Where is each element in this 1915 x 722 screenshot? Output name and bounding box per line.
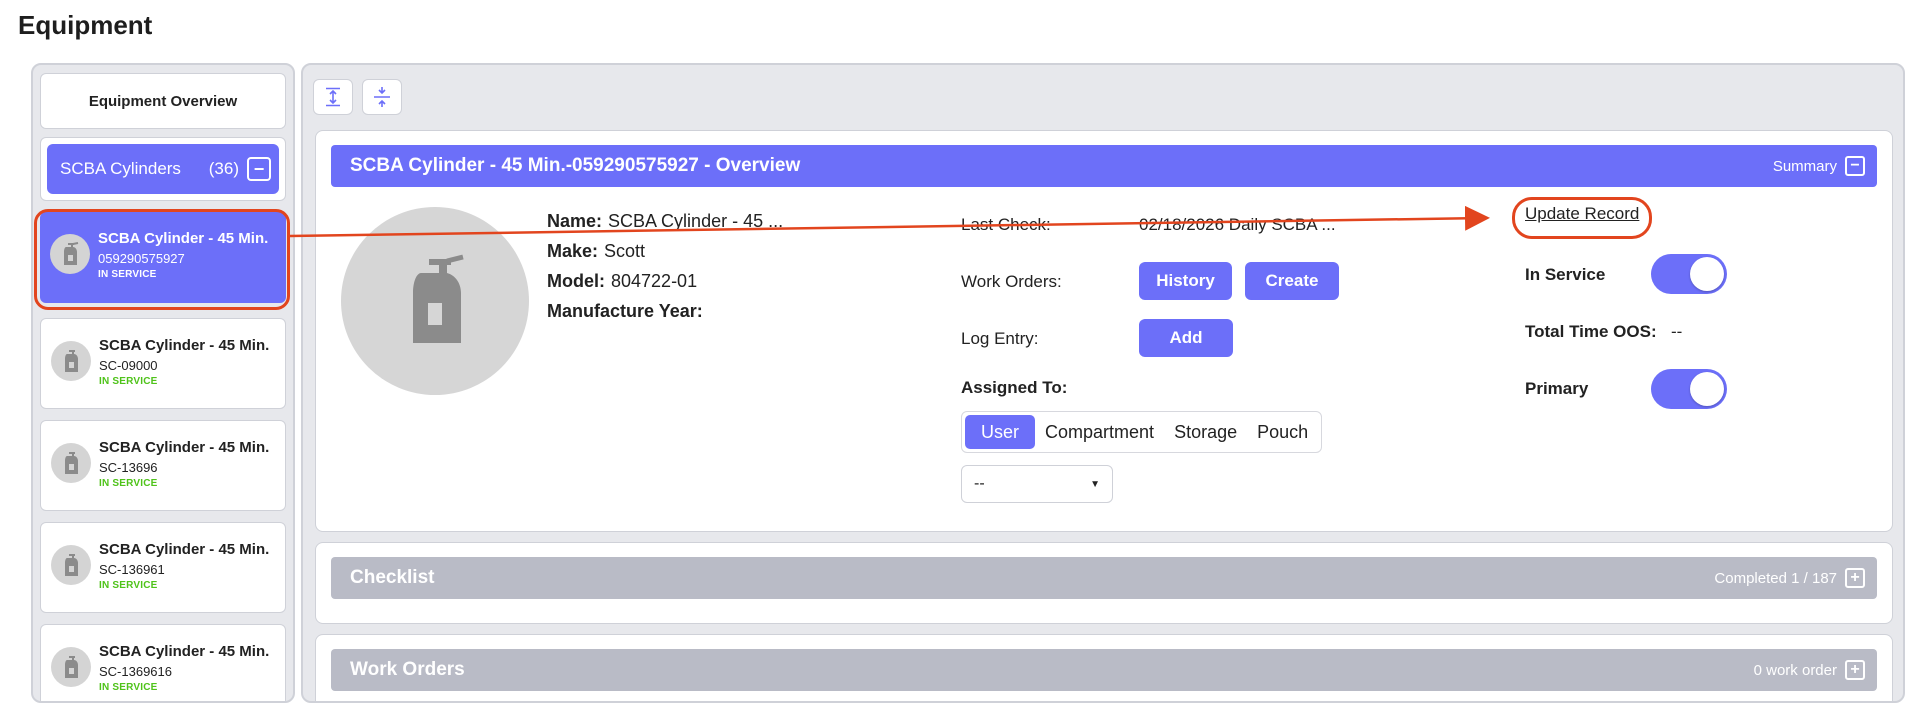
last-check-label: Last Check: <box>961 215 1051 234</box>
fire-extinguisher-icon <box>51 443 91 483</box>
assign-option-user[interactable]: User <box>965 415 1036 449</box>
equipment-id: SC-136961 <box>99 562 165 577</box>
expand-icon[interactable]: + <box>1845 660 1865 680</box>
status-badge: IN SERVICE <box>99 478 158 489</box>
in-service-label: In Service <box>1525 265 1606 284</box>
checklist-header[interactable]: Checklist Completed 1 / 187 + <box>331 557 1877 599</box>
collapse-icon[interactable]: − <box>1845 156 1865 176</box>
manufacture-year-label: Manufacture Year: <box>547 301 703 321</box>
overview-header[interactable]: SCBA Cylinder - 45 Min.-059290575927 - O… <box>331 145 1877 187</box>
assigned-user-select[interactable]: -- ▼ <box>961 465 1113 503</box>
summary-label: Summary <box>1772 157 1837 175</box>
group-scba-cylinders: SCBA Cylinders (36) − <box>40 137 286 201</box>
toggle-knob <box>1690 257 1724 291</box>
equipment-id: SC-1369616 <box>99 664 172 679</box>
create-work-order-button[interactable]: Create <box>1245 262 1339 300</box>
make-label: Make: <box>547 241 599 261</box>
fire-extinguisher-icon <box>51 341 91 381</box>
total-time-oos-label: Total Time OOS: <box>1525 322 1657 341</box>
collapse-group-icon[interactable]: − <box>247 157 271 181</box>
group-header[interactable]: SCBA Cylinders (36) − <box>47 144 279 194</box>
assigned-to-label: Assigned To: <box>961 378 1068 397</box>
checklist-title: Checklist <box>350 567 435 588</box>
make-value: Scott <box>604 241 646 261</box>
overview-card: SCBA Cylinder - 45 Min.-059290575927 - O… <box>315 130 1893 532</box>
equipment-id: SC-13696 <box>99 460 158 475</box>
equipment-list-item[interactable]: SCBA Cylinder - 45 Min. SC-1369616 IN SE… <box>40 624 286 701</box>
equipment-overview-button[interactable]: Equipment Overview <box>40 73 286 129</box>
model-label: Model: <box>547 271 605 291</box>
assign-option-compartment[interactable]: Compartment <box>1035 415 1164 449</box>
expand-all-button[interactable] <box>313 79 353 115</box>
name-value: SCBA Cylinder - 45 ... <box>608 211 784 231</box>
history-button[interactable]: History <box>1139 262 1232 300</box>
name-label: Name: <box>547 211 603 231</box>
page-title: Equipment <box>18 10 153 40</box>
equipment-name: SCBA Cylinder - 45 Min. <box>99 337 270 354</box>
group-count: (36) <box>208 159 239 178</box>
work-orders-card: Work Orders 0 work order + <box>315 634 1893 701</box>
chevron-down-icon: ▼ <box>1090 478 1100 490</box>
equipment-id: SC-09000 <box>99 358 158 373</box>
log-entry-label: Log Entry: <box>961 329 1039 348</box>
primary-label: Primary <box>1525 379 1589 398</box>
assigned-user-value: -- <box>974 475 985 492</box>
highlight-callout <box>1512 197 1652 239</box>
last-check-value[interactable]: 02/18/2026 Daily SCBA ... <box>1139 215 1336 235</box>
collapse-all-button[interactable] <box>362 79 402 115</box>
add-log-entry-button[interactable]: Add <box>1139 319 1233 357</box>
assign-option-storage[interactable]: Storage <box>1164 415 1247 449</box>
highlight-callout <box>34 209 290 310</box>
assign-type-segmented: User Compartment Storage Pouch <box>961 411 1323 453</box>
work-orders-label: Work Orders: <box>961 272 1062 291</box>
name-field: Name: SCBA Cylinder - 45 ... <box>547 211 783 232</box>
status-badge: IN SERVICE <box>99 682 158 693</box>
equipment-sidebar: Equipment Overview SCBA Cylinders (36) −… <box>31 63 295 703</box>
work-orders-header[interactable]: Work Orders 0 work order + <box>331 649 1877 691</box>
fire-extinguisher-icon <box>51 545 91 585</box>
checklist-card: Checklist Completed 1 / 187 + <box>315 542 1893 624</box>
main-panel: SCBA Cylinder - 45 Min.-059290575927 - O… <box>301 63 1905 703</box>
group-name: SCBA Cylinders <box>60 159 181 178</box>
manufacture-year-field: Manufacture Year: <box>547 301 709 322</box>
equipment-list-item[interactable]: SCBA Cylinder - 45 Min. SC-136961 IN SER… <box>40 522 286 613</box>
equipment-avatar <box>341 207 529 395</box>
model-value: 804722-01 <box>611 271 698 291</box>
primary-toggle[interactable] <box>1651 369 1727 409</box>
toggle-knob <box>1690 372 1724 406</box>
fire-extinguisher-icon <box>51 647 91 687</box>
assign-option-pouch[interactable]: Pouch <box>1247 415 1318 449</box>
equipment-name: SCBA Cylinder - 45 Min. <box>99 643 270 660</box>
model-field: Model: 804722-01 <box>547 271 697 292</box>
checklist-progress: Completed 1 / 187 <box>1714 569 1837 587</box>
equipment-name: SCBA Cylinder - 45 Min. <box>99 541 270 558</box>
equipment-name: SCBA Cylinder - 45 Min. <box>99 439 270 456</box>
equipment-list-item[interactable]: SCBA Cylinder - 45 Min. SC-13696 IN SERV… <box>40 420 286 511</box>
in-service-toggle[interactable] <box>1651 254 1727 294</box>
equipment-list-item[interactable]: SCBA Cylinder - 45 Min. SC-09000 IN SERV… <box>40 318 286 409</box>
expand-icon[interactable]: + <box>1845 568 1865 588</box>
collapse-vertical-icon <box>374 87 390 107</box>
make-field: Make: Scott <box>547 241 645 262</box>
work-orders-count: 0 work order <box>1753 661 1837 679</box>
fire-extinguisher-icon <box>413 254 464 343</box>
work-orders-title: Work Orders <box>350 659 465 680</box>
expand-vertical-icon <box>326 87 340 107</box>
status-badge: IN SERVICE <box>99 580 158 591</box>
status-badge: IN SERVICE <box>99 376 158 387</box>
overview-title: SCBA Cylinder - 45 Min.-059290575927 - O… <box>350 155 801 176</box>
total-time-oos-value: -- <box>1671 322 1683 341</box>
